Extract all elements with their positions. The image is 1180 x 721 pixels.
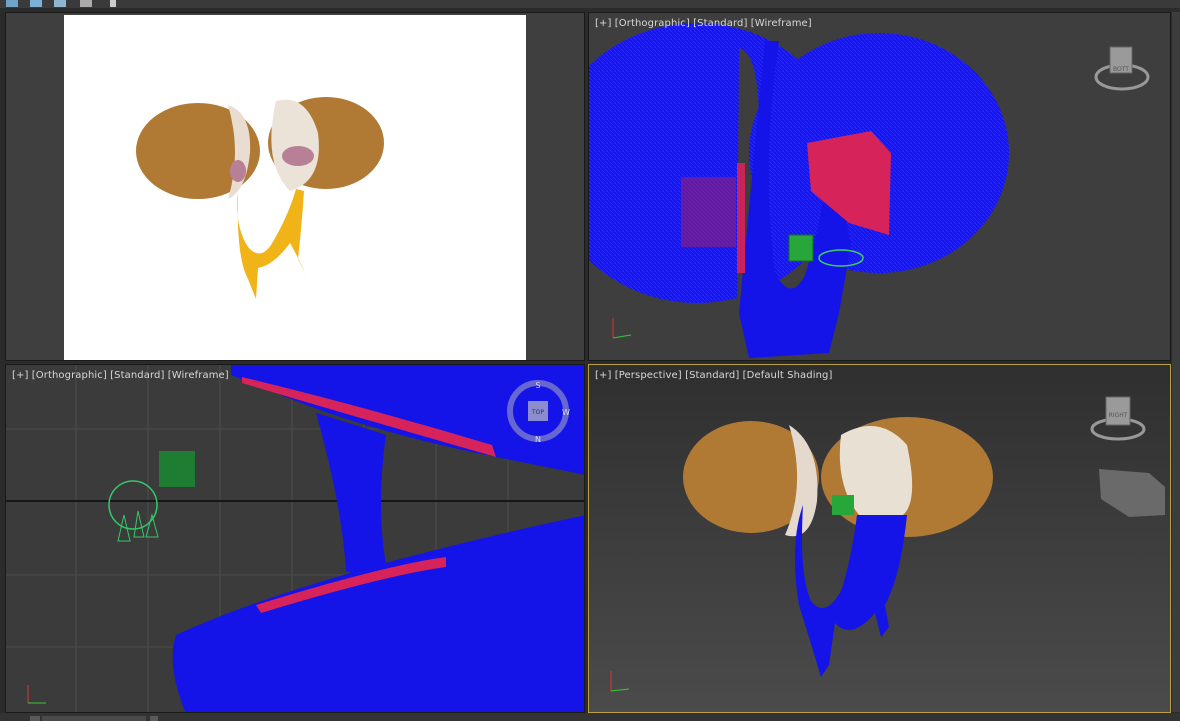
persp-emitter-cube	[832, 495, 854, 515]
viewport-ortho-top-right[interactable]: [+] [Orthographic] [Standard] [Wireframe…	[588, 12, 1171, 361]
vp-menu-shading[interactable]: [Wireframe]	[751, 18, 812, 29]
emitter-grid-square	[159, 451, 195, 487]
persp-fluid-drip	[794, 505, 907, 677]
drip-column-mesh	[316, 413, 386, 576]
emitter-helper-cube	[788, 234, 814, 262]
timeline-bar	[0, 713, 1180, 721]
viewport-perspective[interactable]: [+] [Perspective] [Standard] [Default Sh…	[588, 364, 1171, 713]
ortho-wire-canvas	[589, 23, 1009, 358]
vp-menu-plus[interactable]: [+]	[595, 370, 611, 381]
link-icon[interactable]	[80, 0, 92, 7]
svg-text:BOTT: BOTT	[1113, 66, 1129, 73]
move-icon[interactable]	[30, 0, 42, 7]
perspective-canvas	[610, 417, 1165, 692]
svg-text:N: N	[535, 435, 541, 443]
vp-menu-view[interactable]: [Perspective]	[615, 370, 682, 381]
svg-text:W: W	[562, 408, 570, 417]
axis-y	[612, 334, 632, 339]
vp-menu-standard[interactable]: [Standard]	[685, 370, 739, 381]
red-edge-left	[737, 163, 745, 273]
bind-icon[interactable]	[110, 0, 116, 7]
red-sparse-left	[681, 177, 736, 247]
vp-menu-standard[interactable]: [Standard]	[693, 18, 747, 29]
ortho-grid-canvas	[6, 365, 584, 712]
viewcube-persp-icon: RIGHT	[1090, 396, 1146, 441]
timeline-next[interactable]	[150, 716, 158, 721]
right-panel-scroll[interactable]	[1172, 12, 1180, 712]
viewport-ortho-bottom-left[interactable]: [+] [Orthographic] [Standard] [Wireframe…	[5, 364, 585, 713]
viewcube-icon: BOTT	[1094, 46, 1150, 91]
vp-menu-plus[interactable]: [+]	[595, 18, 611, 29]
vp-menu-view[interactable]: [Orthographic]	[32, 370, 107, 381]
scale-icon[interactable]	[54, 0, 66, 7]
viewcube-perspective[interactable]: RIGHT	[1089, 395, 1147, 445]
svg-text:RIGHT: RIGHT	[1109, 412, 1128, 419]
vp-menu-view[interactable]: [Orthographic]	[615, 18, 690, 29]
timeline-slider[interactable]	[30, 716, 40, 721]
viewport-label-top-right: [+] [Orthographic] [Standard] [Wireframe…	[595, 18, 812, 29]
compass-viewcube[interactable]: TOP S N W	[506, 379, 570, 443]
timeline-track[interactable]	[42, 716, 146, 721]
left-ham	[230, 160, 246, 182]
viewport-label-bottom-left: [+] [Orthographic] [Standard] [Wireframe…	[12, 370, 229, 381]
viewcube[interactable]: BOTT	[1094, 43, 1150, 93]
vp-menu-shading[interactable]: [Default Shading]	[743, 370, 833, 381]
vp-menu-standard[interactable]: [Standard]	[110, 370, 164, 381]
vp-menu-shading[interactable]: [Wireframe]	[168, 370, 229, 381]
restore-icon[interactable]	[6, 0, 18, 7]
persp-gray-object	[1099, 469, 1165, 517]
viewport-camera[interactable]	[5, 12, 585, 361]
viewport-label-perspective: [+] [Perspective] [Standard] [Default Sh…	[595, 370, 833, 381]
camera-render-canvas	[64, 15, 526, 360]
axis-br-y	[610, 688, 630, 692]
vp-menu-plus[interactable]: [+]	[12, 370, 28, 381]
compass-icon: TOP S N W	[507, 380, 570, 443]
right-ham	[282, 146, 314, 166]
svg-text:TOP: TOP	[531, 409, 544, 416]
drop-helper-shapes	[117, 510, 159, 542]
main-toolbar	[0, 0, 1180, 8]
svg-text:S: S	[535, 381, 540, 390]
